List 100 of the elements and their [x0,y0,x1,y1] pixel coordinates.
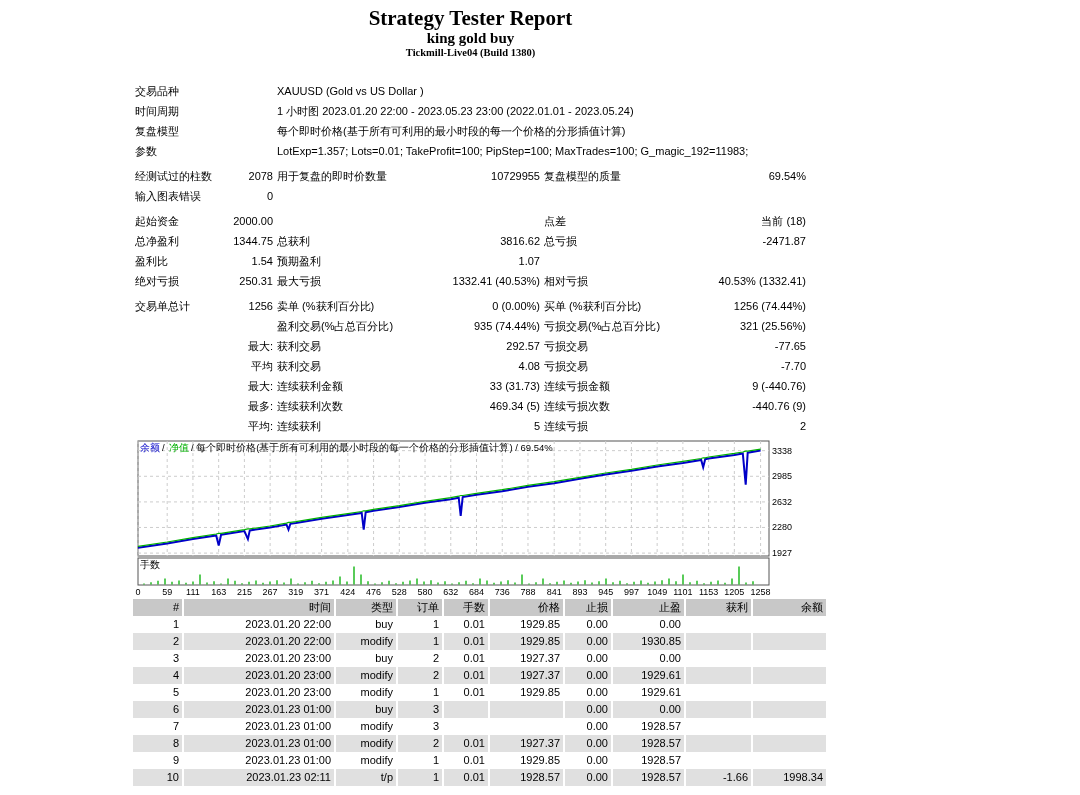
stat-value: 最多: [246,399,274,414]
stat-value: 935 (74.44%) [472,319,541,334]
stat-label: 亏损交易 [543,359,589,374]
table-cell: 1928.57 [613,735,684,753]
stat-value: -2471.87 [761,234,807,249]
table-cell: 0.01 [444,769,488,787]
x-axis-label: 684 [469,587,485,598]
table-cell-text: 3 [171,651,180,667]
x-axis-label: 111 [186,587,200,598]
table-cell-text: 1 [171,617,180,633]
table-cell: 0.01 [444,667,488,685]
stat-label: 获利交易 [276,359,322,374]
x-axis-label: 580 [417,587,433,598]
stat-value: 平均 [250,359,274,374]
x-axis-label: 841 [546,587,562,598]
table-cell: 1929.85 [490,633,563,651]
table-cell: 0.00 [565,667,611,685]
column-header: 手数 [444,599,488,617]
table-cell: 6 [133,701,182,719]
table-cell-text: 1928.57 [640,753,682,769]
table-cell-text: 7 [171,719,180,735]
x-axis-label: 59 [162,587,173,598]
table-cell: 2023.01.20 22:00 [184,633,334,651]
stat-value: -440.76 (9) [751,399,807,414]
stat-label: 点差 [543,214,567,229]
stat-label: 总净盈利 [134,234,180,249]
table-cell-text: buy [374,651,394,667]
column-header: 订单 [398,599,442,617]
field-value: 1 小时图 2023.01.20 22:00 - 2023.05.23 23:00 (2022.01.01 - 2023.05.24) [276,104,635,119]
x-axis-label: 267 [262,587,278,598]
report-title: Strategy Tester Report [367,5,574,31]
table-cell-text: 0.01 [462,685,486,701]
table-cell: 0.00 [565,735,611,753]
x-axis-label: 476 [366,587,382,598]
column-header: 类型 [336,599,396,617]
x-axis-label: 319 [288,587,304,598]
y-axis-label: 2985 [772,471,793,482]
table-cell-text: 1928.57 [640,719,682,735]
table-cell-text: 0.00 [585,753,609,769]
x-axis-label: 371 [314,587,330,598]
field-label: 交易品种 [134,84,180,99]
x-axis-label: 424 [340,587,356,598]
table-cell-text: 2023.01.20 22:00 [244,617,332,633]
stat-label: 买单 (%获利百分比) [543,299,643,314]
table-cell: 0.00 [613,701,684,719]
table-cell: 1998.34 [753,769,826,787]
stat-value: 69.54% [767,169,807,184]
stat-label: 连续获利金额 [276,379,344,394]
table-cell-text: 2023.01.23 01:00 [244,753,332,769]
table-cell: -1.66 [686,769,751,787]
stat-value: 292.57 [505,339,541,354]
table-cell: modify [336,735,396,753]
stat-label: 起始资金 [134,214,180,229]
table-cell-text: 1927.37 [519,651,561,667]
stat-label: 连续获利次数 [276,399,344,414]
table-cell: 1927.37 [490,667,563,685]
table-cell: 1 [398,769,442,787]
table-cell: 0.01 [444,735,488,753]
stat-label: 获利交易 [276,339,322,354]
x-axis-label: 0 [135,587,141,598]
stat-value: 最大: [246,339,274,354]
stat-value: 250.31 [238,274,274,289]
legend-separator: / [162,442,165,454]
x-axis-label: 893 [572,587,588,598]
chart-title: / 每个即时价格(基于所有可利用的最小时段的每一个价格的分形插值计算) / 69.54% [191,442,553,454]
column-header: 获利 [686,599,751,617]
legend-label: 净值 [169,442,189,454]
stat-label: 盈利交易(%占总百分比) [276,319,395,334]
stat-label: 卖单 (%获利百分比) [276,299,376,314]
stat-value: 当前 (18) [760,214,807,229]
field-label: 时间周期 [134,104,180,119]
table-cell-text: 0.00 [658,617,682,633]
column-header: 止损 [565,599,611,617]
table-cell-text: 0.00 [585,617,609,633]
table-cell-text: 0.00 [585,651,609,667]
x-axis-label: 1205 [724,587,745,598]
table-cell: 1 [398,633,442,651]
stat-value: 平均: [246,419,274,434]
stat-label: 经测试过的柱数 [134,169,213,184]
table-cell: 2 [398,735,442,753]
table-cell: 1928.57 [613,769,684,787]
stat-value: 1.54 [250,254,274,269]
stat-value: 33 (31.73) [488,379,541,394]
table-cell: modify [336,633,396,651]
table-cell-text: buy [374,617,394,633]
y-axis-label: 2632 [772,497,793,508]
stat-value: 469.34 (5) [488,399,541,414]
stat-value: 0 [265,189,274,204]
server-name: Tickmill-Live04 (Build 1380) [404,47,537,60]
table-cell-text: 1 [431,685,440,701]
table-cell-text: 1 [431,617,440,633]
stat-value: 1332.41 (40.53%) [451,274,541,289]
table-cell-text: modify [359,719,394,735]
table-cell: 2023.01.20 23:00 [184,667,334,685]
table-cell-text: 1929.85 [519,617,561,633]
stat-value: 4.08 [517,359,541,374]
table-cell: 4 [133,667,182,685]
table-cell-text: 5 [171,685,180,701]
table-cell: 2023.01.23 01:00 [184,701,334,719]
table-cell: 0.00 [565,701,611,719]
